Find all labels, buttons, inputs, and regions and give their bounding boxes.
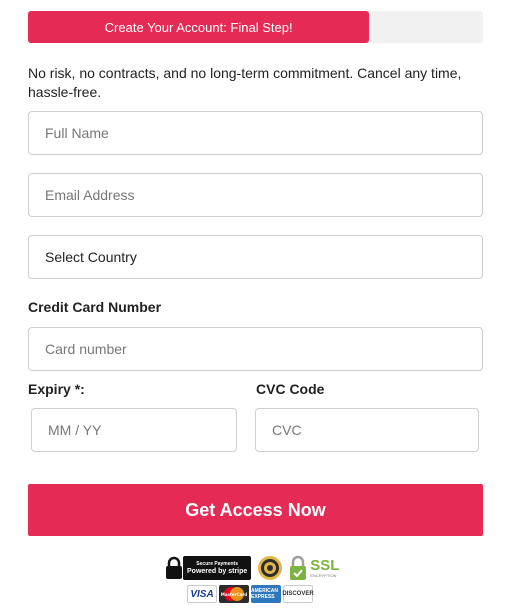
- get-access-button[interactable]: Get Access Now: [28, 484, 483, 536]
- stripe-bottom-text: Powered by stripe: [187, 567, 248, 575]
- ssl-lock-icon: [290, 555, 307, 580]
- stripe-badge: Secure Payments Powered by stripe: [165, 555, 252, 581]
- country-select-value: Select Country: [45, 249, 137, 265]
- full-name-field[interactable]: Full Name: [28, 111, 483, 155]
- card-number-placeholder: Card number: [45, 341, 127, 357]
- cvc-field[interactable]: CVC: [255, 408, 479, 452]
- intro-text: No risk, no contracts, and no long-term …: [28, 65, 462, 100]
- email-field[interactable]: Email Address: [28, 173, 483, 217]
- card-number-field[interactable]: Card number: [28, 327, 483, 371]
- ssl-badge: SSL ENCRYPTION: [289, 555, 339, 581]
- cvc-placeholder: CVC: [272, 422, 302, 438]
- mastercard-circles: MasterCard: [221, 587, 247, 601]
- amex-card-icon: AMERICAN EXPRESS: [251, 585, 281, 603]
- progress-label: Create Your Account: Final Step!: [104, 19, 293, 35]
- full-name-placeholder: Full Name: [45, 125, 109, 141]
- seal-badge-icon: [258, 556, 283, 580]
- email-placeholder: Email Address: [45, 187, 135, 203]
- payment-cards: VISA MasterCard AMERICAN EXPRESS DISCOVE…: [187, 585, 314, 603]
- expiry-field[interactable]: MM / YY: [31, 408, 237, 452]
- ssl-subtext: ENCRYPTION: [310, 573, 337, 578]
- country-select[interactable]: Select Country: [28, 235, 483, 279]
- progress-bar-fill: Create Your Account: Final Step!: [28, 11, 370, 43]
- mastercard-card-icon: MasterCard: [219, 585, 249, 603]
- visa-card-icon: VISA: [187, 585, 217, 603]
- trust-badges: Secure Payments Powered by stripe SSL EN…: [165, 555, 339, 581]
- mastercard-label: MasterCard: [221, 592, 247, 597]
- stripe-box: Secure Payments Powered by stripe: [183, 556, 252, 580]
- expiry-placeholder: MM / YY: [48, 422, 102, 438]
- progress-bar: Create Your Account: Final Step!: [28, 11, 483, 43]
- expiry-label: Expiry *:: [28, 381, 85, 397]
- cvc-label: CVC Code: [256, 381, 325, 397]
- card-number-label: Credit Card Number: [28, 299, 162, 315]
- discover-card-icon: DISCOVER: [282, 585, 314, 603]
- padlock-icon: [166, 556, 182, 579]
- ssl-text: SSL: [310, 557, 340, 574]
